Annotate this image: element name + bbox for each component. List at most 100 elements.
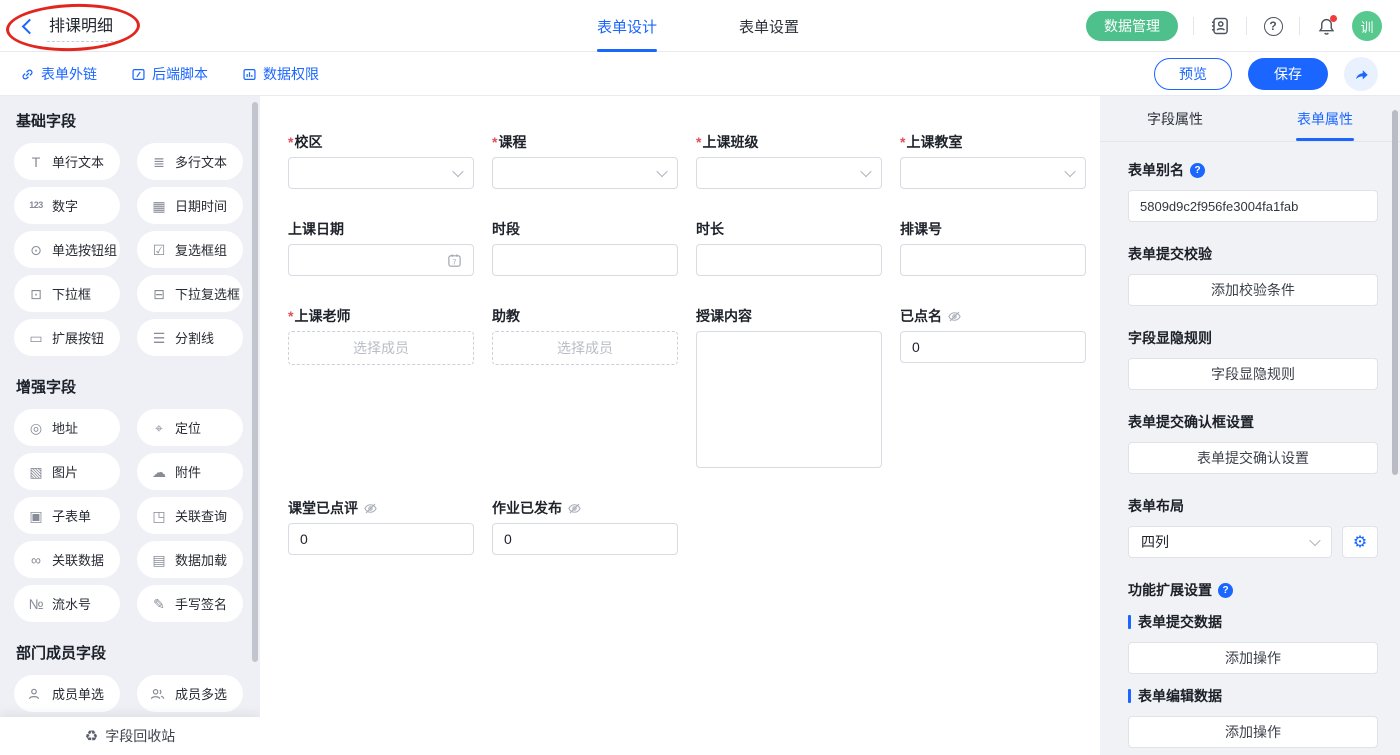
field-type-radio-group[interactable]: ⊙单选按钮组: [14, 231, 120, 268]
lesson-content-textarea[interactable]: [696, 331, 882, 468]
submit-data-add-action-button[interactable]: 添加操作: [1128, 642, 1378, 674]
accent-bar: [1128, 689, 1131, 703]
single-text-icon: T: [27, 155, 45, 169]
field-type-signature[interactable]: ✎手写签名: [137, 585, 243, 622]
calendar-icon: 7: [447, 253, 462, 268]
submit-data-label: 表单提交数据: [1138, 612, 1222, 632]
field-type-data-load[interactable]: ▤数据加载: [137, 541, 243, 578]
field-type-linked-data[interactable]: ∞关联数据: [14, 541, 120, 578]
form-field-class-reviewed: 课堂已点评 0: [288, 498, 474, 555]
schedule-no-input[interactable]: [900, 244, 1086, 276]
script-icon: [131, 67, 146, 82]
panel-scrollbar[interactable]: [1392, 110, 1398, 475]
tab-form-design[interactable]: 表单设计: [597, 0, 657, 52]
form-title[interactable]: 排课明细: [47, 10, 123, 42]
form-field-duration: 时长: [696, 219, 882, 276]
tab-form-settings[interactable]: 表单设置: [739, 0, 799, 52]
visibility-rules-button[interactable]: 字段显隐规则: [1128, 358, 1378, 390]
field-recycle-bin[interactable]: ♻ 字段回收站: [0, 717, 260, 755]
field-type-multi-line-text[interactable]: ≣多行文本: [137, 143, 243, 180]
notification-bell-icon[interactable]: [1315, 15, 1337, 37]
extension-help-icon[interactable]: ?: [1218, 583, 1233, 598]
classroom-select[interactable]: [900, 157, 1086, 189]
campus-select[interactable]: [288, 157, 474, 189]
tab-field-properties[interactable]: 字段属性: [1100, 96, 1250, 141]
form-external-link[interactable]: 表单外链: [20, 64, 97, 84]
form-alias-input[interactable]: [1128, 190, 1378, 222]
form-field-schedule-no: 排课号: [900, 219, 1086, 276]
form-field-classroom: 上课教室: [900, 132, 1086, 189]
field-type-single-line-text[interactable]: T单行文本: [14, 143, 120, 180]
tab-form-properties[interactable]: 表单属性: [1250, 96, 1400, 141]
extend-button-icon: ▭: [27, 331, 45, 345]
accent-bar: [1128, 615, 1131, 629]
form-field-teacher: 上课老师 选择成员: [288, 306, 474, 365]
top-header: 排课明细 表单设计 表单设置 数据管理 ? 训: [0, 0, 1400, 52]
assistant-member-picker[interactable]: 选择成员: [492, 331, 678, 365]
field-type-extend-button[interactable]: ▭扩展按钮: [14, 319, 120, 356]
data-permission-link[interactable]: 数据权限: [242, 64, 319, 84]
data-manage-button[interactable]: 数据管理: [1086, 11, 1178, 41]
field-type-member-single[interactable]: 成员单选: [14, 675, 120, 712]
edit-data-add-action-button[interactable]: 添加操作: [1128, 716, 1378, 748]
class-date-input[interactable]: 7: [288, 244, 474, 276]
submit-check-label: 表单提交校验: [1128, 244, 1212, 264]
person-icon: [27, 687, 45, 701]
field-type-divider[interactable]: ☰分割线: [137, 319, 243, 356]
field-type-location[interactable]: ⌖定位: [137, 409, 243, 446]
field-type-attachment[interactable]: ☁附件: [137, 453, 243, 490]
extension-settings-label: 功能扩展设置: [1128, 580, 1212, 600]
save-button[interactable]: 保存: [1248, 58, 1328, 90]
field-type-image[interactable]: ▧图片: [14, 453, 120, 490]
field-type-linked-query[interactable]: ◳关联查询: [137, 497, 243, 534]
field-type-subform[interactable]: ▣子表单: [14, 497, 120, 534]
form-layout-label: 表单布局: [1128, 496, 1184, 516]
duration-input[interactable]: [696, 244, 882, 276]
form-alias-label: 表单别名: [1128, 160, 1184, 180]
preview-button[interactable]: 预览: [1154, 58, 1232, 90]
field-type-serial-number[interactable]: №流水号: [14, 585, 120, 622]
contacts-book-icon[interactable]: [1209, 15, 1231, 37]
add-check-condition-button[interactable]: 添加校验条件: [1128, 274, 1378, 306]
class-select[interactable]: [696, 157, 882, 189]
field-type-datetime[interactable]: ▦日期时间: [137, 187, 243, 224]
form-field-attendance-done: 已点名 0: [900, 306, 1086, 363]
multi-select-icon: ⊟: [150, 287, 168, 301]
course-select[interactable]: [492, 157, 678, 189]
calendar-icon: ▦: [150, 199, 168, 213]
submit-confirm-button[interactable]: 表单提交确认设置: [1128, 442, 1378, 474]
share-button[interactable]: [1344, 57, 1378, 91]
help-icon[interactable]: ?: [1262, 15, 1284, 37]
properties-panel: 字段属性 表单属性 表单别名? 表单提交校验 添加校验条件 字段显隐规则 字段显…: [1100, 96, 1400, 755]
teacher-member-picker[interactable]: 选择成员: [288, 331, 474, 365]
chevron-down-icon: [1064, 166, 1075, 177]
alias-help-icon[interactable]: ?: [1190, 163, 1205, 178]
time-slot-input[interactable]: [492, 244, 678, 276]
user-avatar[interactable]: 训: [1352, 11, 1382, 41]
homework-published-input[interactable]: 0: [492, 523, 678, 555]
attendance-done-input[interactable]: 0: [900, 331, 1086, 363]
location-target-icon: ⌖: [150, 421, 168, 435]
field-type-checkbox-group[interactable]: ☑复选框组: [137, 231, 243, 268]
layout-select[interactable]: 四列: [1128, 526, 1332, 558]
backend-script-link[interactable]: 后端脚本: [131, 64, 208, 84]
field-type-multi-select[interactable]: ⊟下拉复选框: [137, 275, 243, 312]
layout-gear-button[interactable]: ⚙: [1342, 526, 1378, 558]
visibility-rules-label: 字段显隐规则: [1128, 328, 1212, 348]
field-type-member-multi[interactable]: 成员多选: [137, 675, 243, 712]
share-arrow-icon: [1353, 66, 1370, 83]
back-icon[interactable]: [22, 19, 38, 35]
eye-hidden-icon: [363, 501, 378, 516]
field-type-number[interactable]: 123数字: [14, 187, 120, 224]
notification-dot: [1330, 15, 1337, 22]
form-field-course: 课程: [492, 132, 678, 189]
field-type-select[interactable]: ⊡下拉框: [14, 275, 120, 312]
svg-text:7: 7: [453, 259, 457, 266]
sidebar-scrollbar[interactable]: [252, 102, 258, 662]
field-type-address[interactable]: ◎地址: [14, 409, 120, 446]
subform-icon: ▣: [27, 509, 45, 523]
chevron-down-icon: [656, 166, 667, 177]
submit-confirm-label: 表单提交确认框设置: [1128, 412, 1254, 432]
class-reviewed-input[interactable]: 0: [288, 523, 474, 555]
radio-icon: ⊙: [27, 243, 45, 257]
